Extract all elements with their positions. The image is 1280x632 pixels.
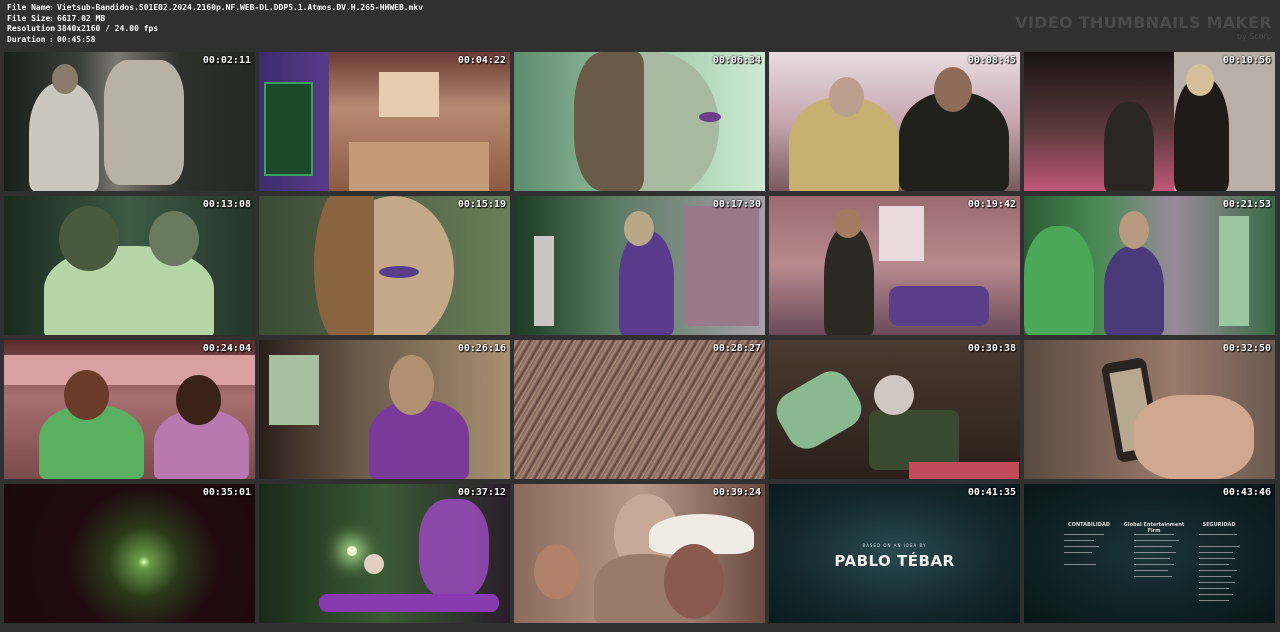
thumbnail-5[interactable]: 00:10:56 (1024, 52, 1275, 191)
thumbnail-6[interactable]: 00:13:08 (4, 196, 255, 335)
thumbnail-8[interactable]: 00:17:30 (514, 196, 765, 335)
watermark-logo: VIDEO THUMBNAILS MAKER by Scorp (1015, 13, 1272, 42)
thumbnail-14[interactable]: 00:30:38 (769, 340, 1020, 479)
thumbnail-timestamp: 00:24:04 (202, 343, 251, 354)
file-info-panel: File Name: Vietsub-Bandidos.S01E02.2024.2… (7, 3, 423, 45)
credits-heading-1: CONTABILIDAD (1068, 522, 1110, 528)
thumbnail-timestamp: 00:13:08 (202, 199, 251, 210)
thumbnail-timestamp: 00:04:22 (457, 55, 506, 66)
file-name-label: File Name (7, 3, 51, 12)
watermark-title: VIDEO THUMBNAILS MAKER (1015, 13, 1272, 32)
resolution-value: 3840x2160 / 24.00 fps (57, 24, 159, 34)
thumbnail-11[interactable]: 00:24:04 (4, 340, 255, 479)
thumbnail-timestamp: 00:35:01 (202, 487, 251, 498)
resolution-row: Resolution:3840x2160 / 24.00 fps (7, 24, 159, 34)
credits-heading-2: Global Entertainment Firm (1123, 522, 1185, 534)
thumbnail-1[interactable]: 00:02:11 (4, 52, 255, 191)
thumbnail-19[interactable]: BASED ON AN IDEA BY PABLO TÉBAR 00:41:35 (769, 484, 1020, 623)
duration-row: Duration:00:45:58 (7, 34, 96, 44)
thumbnail-17[interactable]: 00:37:12 (259, 484, 510, 623)
thumbnail-timestamp: 00:15:19 (457, 199, 506, 210)
file-size-value: 6617.02 MB (57, 13, 106, 23)
file-name-row: File Name: Vietsub-Bandidos.S01E02.2024.2… (7, 3, 424, 12)
duration-label: Duration (7, 34, 46, 44)
thumbnail-timestamp: 00:26:16 (457, 343, 506, 354)
thumbnail-timestamp: 00:21:53 (1222, 199, 1271, 210)
file-name-value: Vietsub-Bandidos.S01E02.2024.2160p.NF.WE… (57, 3, 424, 12)
thumbnail-timestamp: 00:28:27 (712, 343, 761, 354)
thumbnail-7[interactable]: 00:15:19 (259, 196, 510, 335)
credits-heading-3: SEGURIDAD (1202, 522, 1236, 528)
file-size-label: File Size (7, 13, 51, 23)
title-card-small: BASED ON AN IDEA BY (862, 543, 927, 548)
thumbnail-2[interactable]: 00:04:22 (259, 52, 510, 191)
thumbnail-4[interactable]: 00:08:45 (769, 52, 1020, 191)
thumbnail-10[interactable]: 00:21:53 (1024, 196, 1275, 335)
resolution-label: Resolution (7, 24, 56, 34)
thumbnail-timestamp: 00:32:50 (1222, 343, 1271, 354)
thumbnail-timestamp: 00:30:38 (967, 343, 1016, 354)
thumbnail-timestamp: 00:02:11 (202, 55, 251, 66)
thumbnail-timestamp: 00:37:12 (457, 487, 506, 498)
watermark-subtitle: by Scorp (1236, 32, 1272, 41)
thumbnail-timestamp: 00:17:30 (712, 199, 761, 210)
thumbnail-timestamp: 00:06:34 (712, 55, 761, 66)
thumbnail-15[interactable]: 00:32:50 (1024, 340, 1275, 479)
thumbnail-timestamp: 00:43:46 (1222, 487, 1271, 498)
thumbnail-3[interactable]: 00:06:34 (514, 52, 765, 191)
thumbnail-12[interactable]: 00:26:16 (259, 340, 510, 479)
thumbnail-13[interactable]: 00:28:27 (514, 340, 765, 479)
title-card-name: PABLO TÉBAR (834, 552, 955, 570)
thumbnail-18[interactable]: 00:39:24 (514, 484, 765, 623)
file-size-row: File Size:6617.02 MB (7, 13, 106, 23)
thumbnail-timestamp: 00:08:45 (967, 55, 1016, 66)
thumbnail-timestamp: 00:19:42 (967, 199, 1016, 210)
thumbnail-timestamp: 00:10:56 (1222, 55, 1271, 66)
thumbnail-timestamp: 00:39:24 (712, 487, 761, 498)
duration-value: 00:45:58 (57, 34, 96, 44)
thumbnail-timestamp: 00:41:35 (967, 487, 1016, 498)
thumbnail-9[interactable]: 00:19:42 (769, 196, 1020, 335)
thumbnail-16[interactable]: 00:35:01 (4, 484, 255, 623)
thumbnail-20[interactable]: CONTABILIDAD Global Entertainment Firm S… (1024, 484, 1275, 623)
